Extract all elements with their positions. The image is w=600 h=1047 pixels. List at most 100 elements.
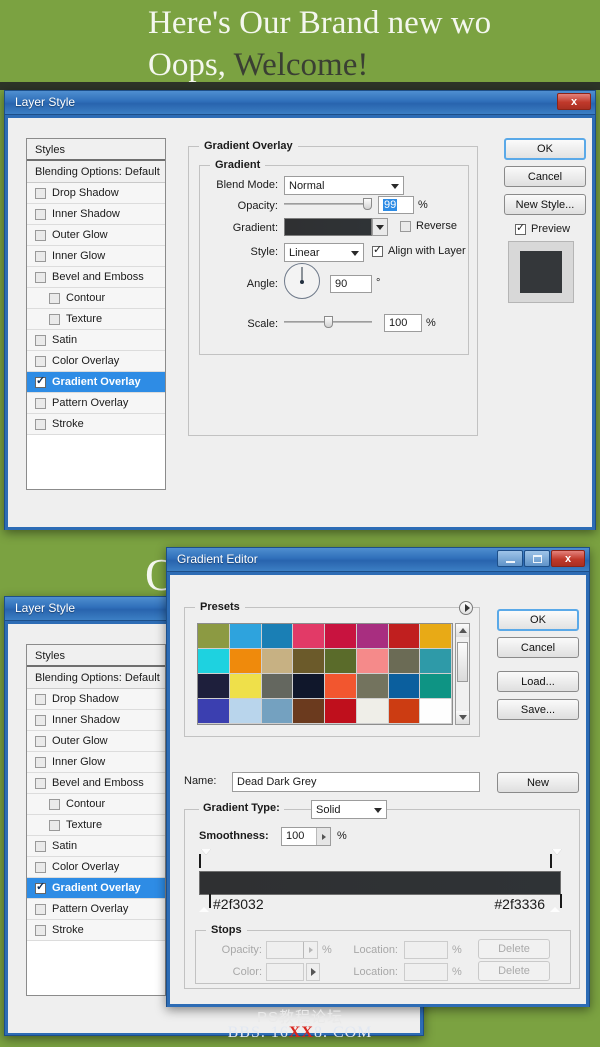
preset-swatch-28[interactable] — [325, 699, 357, 724]
style-checkbox-9-bottom[interactable] — [35, 880, 46, 894]
blend-mode-combo-top[interactable]: Normal — [284, 176, 404, 195]
preset-swatch-8[interactable] — [198, 649, 230, 674]
gradient-type-combo[interactable]: Solid — [311, 800, 387, 819]
preset-swatch-10[interactable] — [261, 649, 294, 674]
style-checkbox-10-top[interactable] — [35, 397, 46, 409]
preview-checkbox-top[interactable] — [515, 221, 526, 235]
gradient-editor-load-button[interactable]: Load... — [497, 671, 579, 692]
style-checkbox-2-top[interactable] — [35, 229, 46, 241]
preset-swatch-19[interactable] — [293, 674, 325, 699]
preset-swatch-26[interactable] — [261, 699, 294, 724]
preset-swatch-5[interactable] — [356, 624, 389, 649]
presets-swatch-grid[interactable] — [197, 623, 453, 725]
opacity-slider-knob-top[interactable] — [363, 198, 372, 210]
preset-swatch-1[interactable] — [229, 624, 262, 649]
style-checkbox-7-bottom[interactable] — [35, 840, 46, 852]
styles-list-top[interactable]: Styles Blending Options: Default Drop Sh… — [26, 138, 166, 490]
gradient-editor-ok-button[interactable]: OK — [497, 609, 579, 631]
scale-slider-knob-top[interactable] — [324, 316, 333, 328]
smoothness-field[interactable]: 100 — [281, 827, 331, 846]
preset-swatch-16[interactable] — [198, 674, 230, 699]
style-checkbox-0-top[interactable] — [35, 187, 46, 199]
style-item-contour-top[interactable]: Contour — [27, 288, 165, 309]
style-item-outer-glow-bottom[interactable]: Outer Glow — [27, 731, 165, 752]
preset-swatch-23[interactable] — [420, 674, 452, 699]
style-item-pattern-overlay-top[interactable]: Pattern Overlay — [27, 393, 165, 414]
style-item-color-overlay-bottom[interactable]: Color Overlay — [27, 857, 165, 878]
style-checkbox-9-top[interactable] — [35, 374, 46, 388]
align-with-layer-row-top[interactable]: Align with Layer — [372, 243, 466, 257]
style-checkbox-8-top[interactable] — [35, 355, 46, 367]
preset-swatch-22[interactable] — [388, 674, 421, 699]
preset-swatch-14[interactable] — [388, 649, 421, 674]
style-item-bevel-and-emboss-top[interactable]: Bevel and Emboss — [27, 267, 165, 288]
opacity-slider-top[interactable] — [284, 198, 372, 210]
style-checkbox-4-top[interactable] — [35, 271, 46, 283]
ok-button-top[interactable]: OK — [504, 138, 586, 160]
style-checkbox-6-bottom[interactable] — [49, 819, 60, 831]
gradient-name-field[interactable]: Dead Dark Grey — [232, 772, 480, 792]
gradient-picker-dropdown-top[interactable] — [372, 218, 388, 236]
angle-dial-top[interactable] — [284, 263, 320, 299]
preset-swatch-21[interactable] — [356, 674, 389, 699]
reverse-checkbox-row-top[interactable]: Reverse — [400, 220, 457, 232]
layer-style-titlebar-top[interactable]: Layer Style x — [5, 91, 595, 115]
style-checkbox-5-bottom[interactable] — [49, 798, 60, 810]
preset-swatch-29[interactable] — [356, 699, 389, 724]
align-with-layer-checkbox-top[interactable] — [372, 243, 383, 257]
style-checkbox-7-top[interactable] — [35, 334, 46, 346]
preset-swatch-9[interactable] — [229, 649, 262, 674]
presets-menu-icon[interactable] — [459, 601, 473, 615]
style-item-inner-glow-bottom[interactable]: Inner Glow — [27, 752, 165, 773]
style-item-bevel-and-emboss-bottom[interactable]: Bevel and Emboss — [27, 773, 165, 794]
preset-swatch-31[interactable] — [420, 699, 452, 724]
preset-swatch-20[interactable] — [325, 674, 357, 699]
style-item-outer-glow-top[interactable]: Outer Glow — [27, 225, 165, 246]
cancel-button-top[interactable]: Cancel — [504, 166, 586, 187]
scale-slider-top[interactable] — [284, 316, 372, 328]
gradient-editor-cancel-button[interactable]: Cancel — [497, 637, 579, 658]
scale-field-top[interactable]: 100 — [384, 314, 422, 332]
smoothness-stepper[interactable] — [316, 828, 330, 845]
style-checkbox-11-top[interactable] — [35, 418, 46, 430]
preset-swatch-15[interactable] — [420, 649, 452, 674]
preset-swatch-3[interactable] — [293, 624, 325, 649]
preset-swatch-13[interactable] — [356, 649, 389, 674]
gradient-editor-window-controls[interactable]: x — [497, 550, 585, 567]
preset-swatch-2[interactable] — [261, 624, 294, 649]
preset-swatch-12[interactable] — [325, 649, 357, 674]
preset-swatch-17[interactable] — [229, 674, 262, 699]
style-item-satin-top[interactable]: Satin — [27, 330, 165, 351]
preset-swatch-30[interactable] — [388, 699, 421, 724]
style-checkbox-6-top[interactable] — [49, 313, 60, 325]
style-item-satin-bottom[interactable]: Satin — [27, 836, 165, 857]
opacity-field-top[interactable]: 99 — [378, 196, 414, 214]
gradient-bar[interactable] — [199, 871, 561, 895]
style-item-inner-shadow-top[interactable]: Inner Shadow — [27, 204, 165, 225]
style-item-texture-top[interactable]: Texture — [27, 309, 165, 330]
gradient-bar-area[interactable]: #2f3032 #2f3336 — [199, 849, 562, 925]
gradient-editor-save-button[interactable]: Save... — [497, 699, 579, 720]
opacity-stop-left[interactable] — [199, 849, 211, 869]
gradient-editor-close-button[interactable]: x — [551, 550, 585, 567]
preset-swatch-11[interactable] — [293, 649, 325, 674]
opacity-stop-right[interactable] — [550, 849, 562, 869]
style-item-inner-shadow-bottom[interactable]: Inner Shadow — [27, 710, 165, 731]
style-checkbox-0-bottom[interactable] — [35, 693, 46, 705]
style-item-stroke-bottom[interactable]: Stroke — [27, 920, 165, 941]
style-checkbox-4-bottom[interactable] — [35, 777, 46, 789]
new-style-button-top[interactable]: New Style... — [504, 194, 586, 215]
new-preset-button[interactable]: New — [497, 772, 579, 793]
preset-swatch-4[interactable] — [325, 624, 357, 649]
window-controls-top[interactable]: x — [557, 93, 591, 110]
blending-options-item-bottom[interactable]: Blending Options: Default — [27, 667, 165, 689]
presets-scrollbar[interactable] — [455, 623, 470, 725]
color-stop-left[interactable] — [199, 894, 211, 912]
style-checkbox-1-bottom[interactable] — [35, 714, 46, 726]
preset-swatch-25[interactable] — [229, 699, 262, 724]
style-checkbox-8-bottom[interactable] — [35, 861, 46, 873]
preset-swatch-6[interactable] — [388, 624, 421, 649]
angle-field-top[interactable]: 90 — [330, 275, 372, 293]
layer-style-dialog-top[interactable]: Layer Style x Styles Blending Options: D… — [4, 90, 596, 530]
close-button-top[interactable]: x — [557, 93, 591, 110]
